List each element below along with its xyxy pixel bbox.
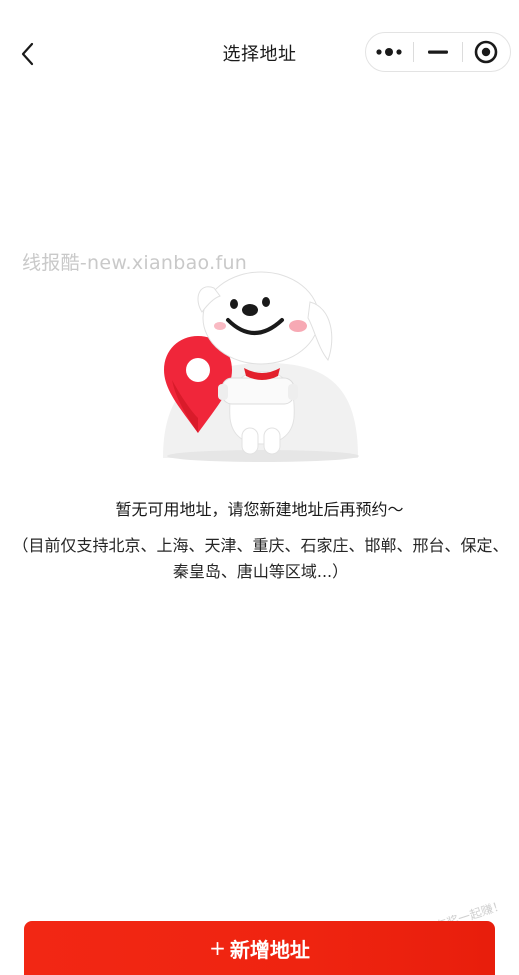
- target-close-icon: [475, 40, 498, 64]
- plus-icon: +: [209, 936, 226, 960]
- minimize-button[interactable]: [414, 33, 461, 71]
- add-address-button[interactable]: + 新增地址: [24, 921, 495, 975]
- nav-header: 选择地址: [0, 0, 519, 106]
- more-dots-icon: [376, 48, 402, 56]
- empty-state-message: 暂无可用地址，请您新建地址后再预约～: [115, 500, 404, 519]
- close-button[interactable]: [463, 33, 510, 71]
- mini-program-capsule: [365, 32, 511, 72]
- add-address-label: 新增地址: [229, 937, 310, 962]
- mascot-dog-location-pin: [163, 271, 359, 462]
- minimize-icon: [427, 50, 448, 54]
- empty-address-illustration: [158, 268, 363, 463]
- more-button[interactable]: [366, 33, 413, 71]
- supported-regions-note: （目前仅支持北京、上海、天津、重庆、石家庄、邯郸、邢台、保定、秦皇岛、唐山等区域…: [12, 536, 509, 581]
